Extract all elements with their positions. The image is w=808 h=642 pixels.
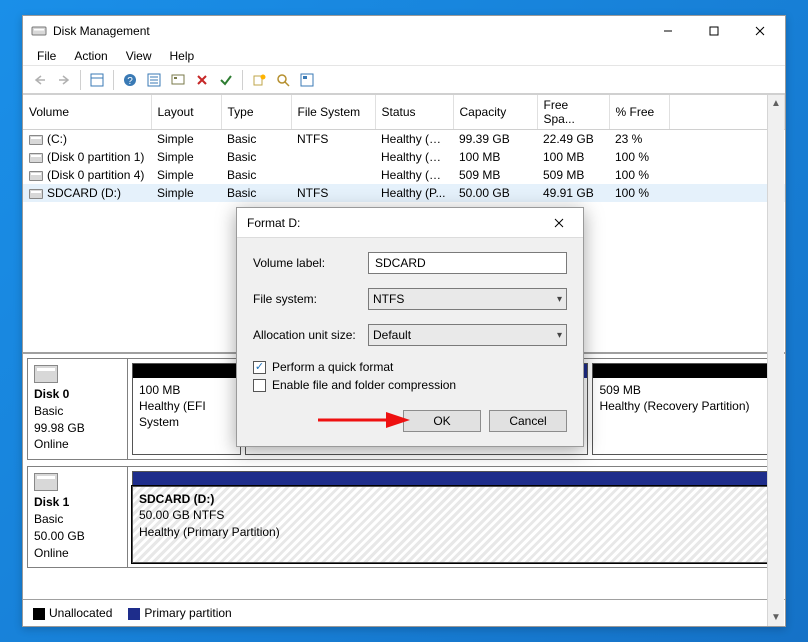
col-layout[interactable]: Layout [151, 95, 221, 130]
filesystem-value: NTFS [373, 292, 404, 306]
menu-help[interactable]: Help [162, 47, 203, 65]
partition[interactable]: 100 MBHealthy (EFI System [132, 363, 241, 455]
chevron-down-icon: ▾ [557, 330, 562, 341]
allocation-value: Default [373, 328, 411, 342]
legend-unallocated: Unallocated [33, 606, 112, 620]
cancel-button[interactable]: Cancel [489, 410, 567, 432]
help-icon[interactable]: ? [119, 69, 141, 91]
partition[interactable]: 509 MBHealthy (Recovery Partition) [592, 363, 776, 455]
column-headers: Volume Layout Type File System Status Ca… [23, 95, 785, 130]
col-capacity[interactable]: Capacity [453, 95, 537, 130]
close-button[interactable] [737, 17, 783, 46]
col-type[interactable]: Type [221, 95, 291, 130]
dialog-titlebar: Format D: [237, 208, 583, 238]
partition-body: 509 MBHealthy (Recovery Partition) [593, 378, 775, 454]
dialog-title: Format D: [247, 216, 539, 230]
partition-header [593, 364, 775, 378]
col-volume[interactable]: Volume [23, 95, 151, 130]
volume-icon [29, 171, 43, 181]
volume-row[interactable]: (C:)SimpleBasicNTFSHealthy (B...99.39 GB… [23, 130, 785, 149]
minimize-button[interactable] [645, 17, 691, 46]
menu-view[interactable]: View [118, 47, 160, 65]
ok-button[interactable]: OK [403, 410, 481, 432]
format-dialog: Format D: Volume label: File system: NTF… [236, 207, 584, 447]
volume-label-label: Volume label: [253, 256, 368, 270]
col-status[interactable]: Status [375, 95, 453, 130]
col-freespace[interactable]: Free Spa... [537, 95, 609, 130]
window-title: Disk Management [53, 24, 645, 38]
toolbar-search-icon[interactable] [272, 69, 294, 91]
filesystem-select[interactable]: NTFS ▾ [368, 288, 567, 310]
menu-file[interactable]: File [29, 47, 64, 65]
legend: Unallocated Primary partition [23, 599, 785, 626]
svg-text:?: ? [127, 76, 133, 87]
check-icon[interactable] [215, 69, 237, 91]
volume-icon [29, 189, 43, 199]
disk-icon [34, 473, 58, 491]
toolbar-panel-icon[interactable] [86, 69, 108, 91]
col-pctfree[interactable]: % Free [609, 95, 669, 130]
volume-icon [29, 135, 43, 145]
delete-icon[interactable] [191, 69, 213, 91]
toolbar-list-icon[interactable] [143, 69, 165, 91]
maximize-button[interactable] [691, 17, 737, 46]
disk-row: Disk 1Basic50.00 GBOnlineSDCARD (D:)50.0… [27, 466, 781, 568]
partition-header [133, 472, 775, 486]
app-icon [31, 23, 47, 39]
back-button[interactable] [29, 69, 51, 91]
volume-label-input[interactable] [368, 252, 567, 274]
menubar: File Action View Help [23, 46, 785, 66]
legend-primary: Primary partition [128, 606, 231, 620]
disk-label: Disk 1Basic50.00 GBOnline [28, 467, 128, 567]
scroll-up-icon[interactable]: ▲ [768, 95, 784, 112]
forward-button[interactable] [53, 69, 75, 91]
partition-body: SDCARD (D:)50.00 GB NTFSHealthy (Primary… [132, 486, 776, 563]
volume-row[interactable]: (Disk 0 partition 4)SimpleBasicHealthy (… [23, 166, 785, 184]
dialog-close-button[interactable] [539, 209, 579, 237]
toolbar-settings-icon[interactable] [167, 69, 189, 91]
menu-action[interactable]: Action [66, 47, 115, 65]
allocation-select[interactable]: Default ▾ [368, 324, 567, 346]
toolbar-props-icon[interactable] [296, 69, 318, 91]
checkbox-box: ✓ [253, 361, 266, 374]
volume-row[interactable]: SDCARD (D:)SimpleBasicNTFSHealthy (P...5… [23, 184, 785, 202]
compression-label: Enable file and folder compression [272, 378, 456, 392]
toolbar-new-icon[interactable] [248, 69, 270, 91]
quick-format-label: Perform a quick format [272, 360, 393, 374]
allocation-label: Allocation unit size: [253, 328, 368, 342]
scroll-down-icon[interactable]: ▼ [768, 609, 784, 626]
partition-body: 100 MBHealthy (EFI System [133, 378, 240, 454]
checkbox-box [253, 379, 266, 392]
partitions: SDCARD (D:)50.00 GB NTFSHealthy (Primary… [128, 467, 780, 567]
partition[interactable]: SDCARD (D:)50.00 GB NTFSHealthy (Primary… [132, 471, 776, 563]
chevron-down-icon: ▾ [557, 294, 562, 305]
disk-label: Disk 0Basic99.98 GBOnline [28, 359, 128, 459]
toolbar: ? [23, 66, 785, 94]
quick-format-checkbox[interactable]: ✓ Perform a quick format [253, 360, 567, 374]
compression-checkbox[interactable]: Enable file and folder compression [253, 378, 567, 392]
vertical-scrollbar[interactable]: ▲ ▼ [767, 95, 784, 626]
partition-header [133, 364, 240, 378]
titlebar: Disk Management [23, 16, 785, 46]
disk-icon [34, 365, 58, 383]
volume-row[interactable]: (Disk 0 partition 1)SimpleBasicHealthy (… [23, 148, 785, 166]
col-filesystem[interactable]: File System [291, 95, 375, 130]
filesystem-label: File system: [253, 292, 368, 306]
volume-icon [29, 153, 43, 163]
